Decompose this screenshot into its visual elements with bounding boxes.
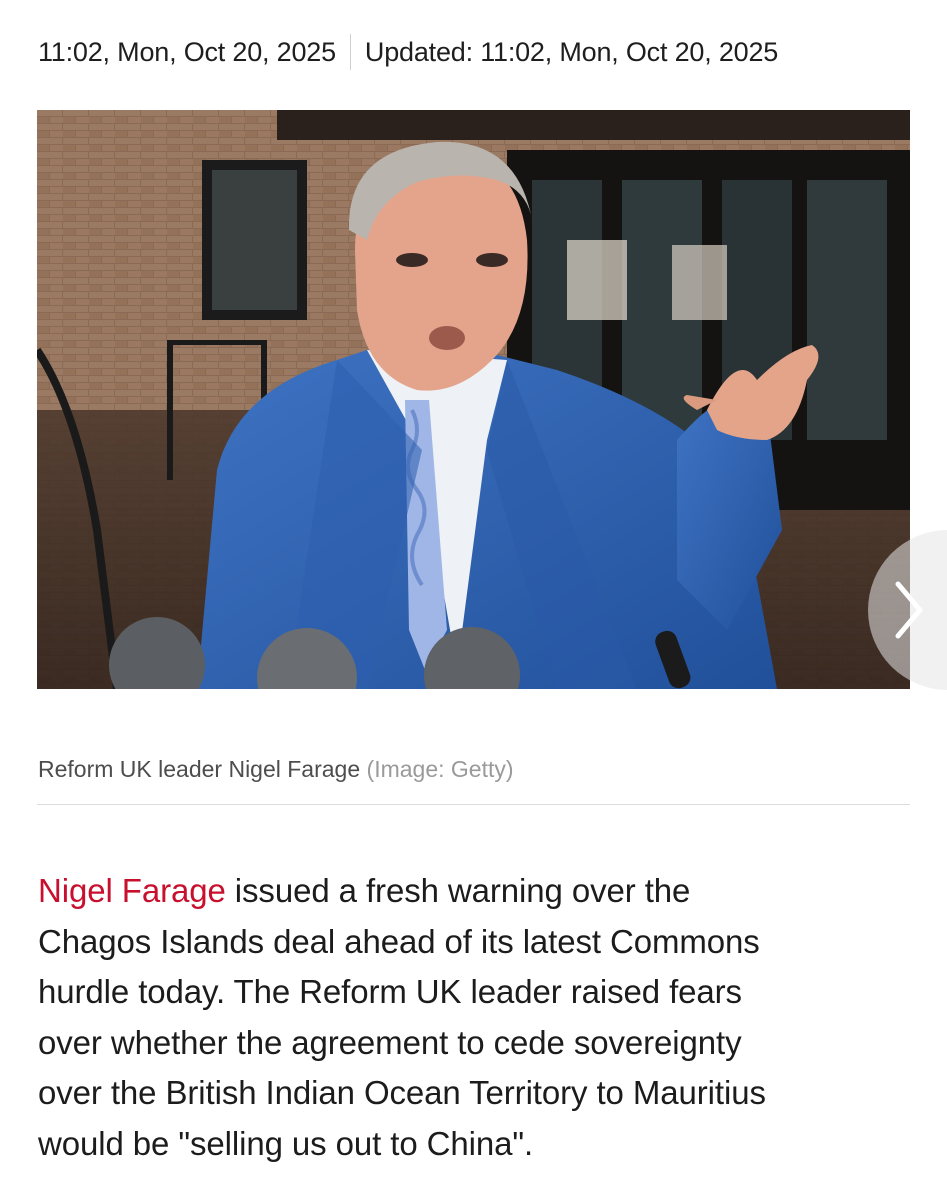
photo-illustration xyxy=(37,110,910,689)
person-link-nigel-farage[interactable]: Nigel Farage xyxy=(38,872,226,909)
body-line-6: would be "selling us out to China". xyxy=(38,1124,534,1162)
body-line-5: over the British Indian Ocean Territory … xyxy=(38,1074,766,1111)
image-credit: (Image: Getty) xyxy=(366,756,514,782)
article-body-paragraph: Nigel Farage issued a fresh warning over… xyxy=(38,866,918,1169)
body-line-1-text: issued a fresh warning over the xyxy=(225,872,691,909)
image-caption: Reform UK leader Nigel Farage (Image: Ge… xyxy=(38,756,514,783)
chevron-right-icon xyxy=(895,581,923,639)
caption-divider xyxy=(37,804,910,805)
body-line-3: hurdle today. The Reform UK leader raise… xyxy=(38,973,742,1010)
body-line-2: Chagos Islands deal ahead of its latest … xyxy=(38,922,760,960)
body-line-1: Nigel Farage issued a fresh warning over… xyxy=(38,866,918,917)
updated-time: Updated: 11:02, Mon, Oct 20, 2025 xyxy=(364,36,779,67)
caption-text: Reform UK leader Nigel Farage xyxy=(38,756,361,782)
article-hero-photo[interactable] xyxy=(37,110,910,689)
article-timestamp-bar: 11:02, Mon, Oct 20, 2025 Updated: 11:02,… xyxy=(38,30,778,74)
body-line-4: over whether the agreement to cede sover… xyxy=(38,1023,742,1061)
published-time: 11:02, Mon, Oct 20, 2025 xyxy=(38,36,336,67)
timestamp-divider xyxy=(349,34,351,70)
